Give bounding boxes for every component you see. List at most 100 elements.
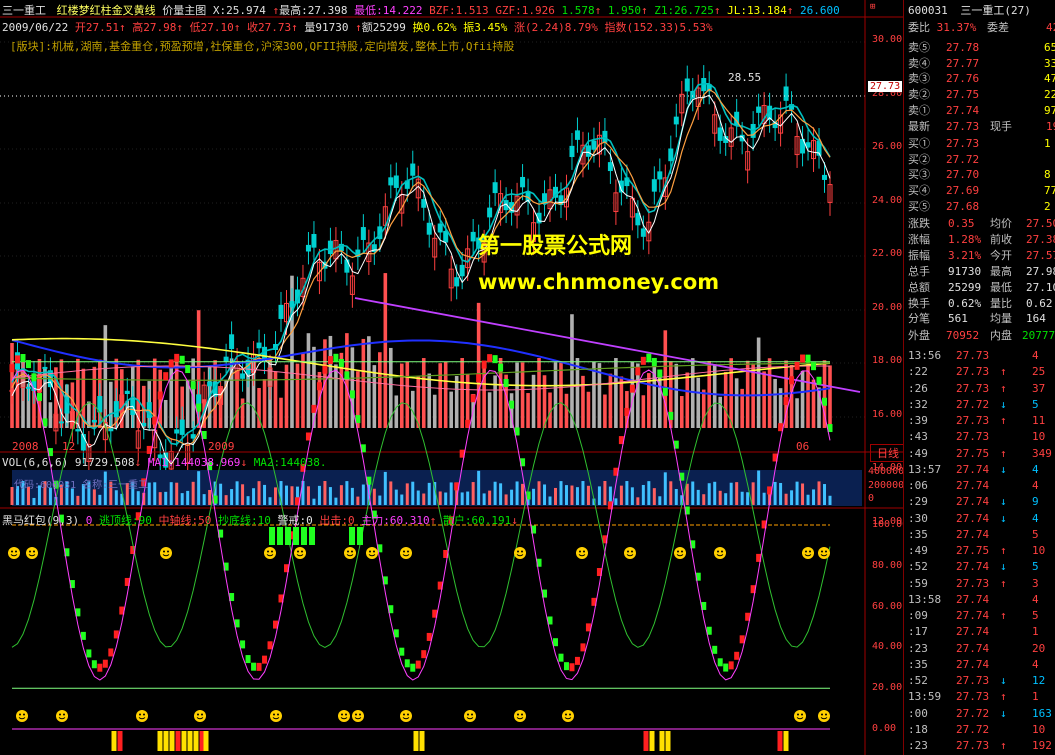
indicator-band xyxy=(811,362,817,371)
indicator-band xyxy=(9,364,15,373)
smiley-eye xyxy=(403,550,405,553)
stat-value: 91730 xyxy=(948,264,982,278)
sell-order-row: 卖② 27.75 222 xyxy=(908,87,1055,103)
vol-bar xyxy=(92,489,96,505)
stat-label: 量比 xyxy=(990,296,1012,310)
smiley-face xyxy=(514,710,526,722)
volume-bar xyxy=(679,396,684,428)
vol-bar xyxy=(334,497,338,505)
order-volume: 2 xyxy=(1044,199,1051,213)
smiley-eye xyxy=(373,550,375,553)
indicator-band xyxy=(509,400,515,409)
candle-body xyxy=(25,386,31,389)
chart-canvas[interactable] xyxy=(0,0,903,755)
vol-tick-label: 0 xyxy=(868,493,875,504)
smiley-face xyxy=(16,710,28,722)
smiley-icon xyxy=(8,547,20,559)
vol-bar xyxy=(356,496,360,505)
indicator-band xyxy=(487,354,493,363)
smiley-icon xyxy=(562,710,574,722)
tick-price: 27.73 xyxy=(956,381,990,395)
smiley-eye xyxy=(359,713,361,716)
outer-inner-row: 外盘 70952 内盘 20777 xyxy=(908,329,1055,342)
tick-price: 27.74 xyxy=(956,592,990,606)
vol-bar xyxy=(268,497,272,505)
tick-time: :49 xyxy=(908,446,928,460)
indicator-band xyxy=(805,354,811,363)
smiley-eye xyxy=(517,713,519,716)
smiley-eye xyxy=(163,550,165,553)
smiley-eye xyxy=(403,713,405,716)
smiley-face xyxy=(366,547,378,559)
weibi-row: 委比 31.37% 委差 42 xyxy=(908,21,1055,34)
tick-price: 27.72 xyxy=(956,397,990,411)
indicator-band xyxy=(311,404,317,413)
vol-tick-label: 200000 xyxy=(868,479,905,491)
sell-order-row: 卖⑤ 27.78 65 xyxy=(908,40,1055,56)
sell-order-row: 卖④ 27.77 33 xyxy=(908,56,1055,72)
header-bar: 三一重工 红楼梦红柱金叉黄线 价量主图 X:25.974 ↑最高:27.398 … xyxy=(2,4,840,17)
indicator-band xyxy=(174,353,180,362)
indicator-band xyxy=(558,653,564,662)
smiley-eye xyxy=(569,713,571,716)
tick-price: 27.74 xyxy=(956,625,990,639)
vol-bar xyxy=(175,482,179,505)
vol-bar xyxy=(735,482,739,505)
vol-bar xyxy=(674,488,678,505)
smiley-icon xyxy=(344,547,356,559)
low-value: 最低:14.222 xyxy=(354,4,423,17)
smiley-eye xyxy=(19,713,21,716)
stat-value: 0.62% xyxy=(948,296,982,310)
vol-bar xyxy=(762,492,766,505)
candle-body xyxy=(574,130,580,140)
smiley-icon xyxy=(136,710,148,722)
tick-row: :00 27.72 ↓ 163 xyxy=(908,706,1052,722)
sell-order-row: 卖③ 27.76 47 xyxy=(908,71,1055,87)
indicator-band xyxy=(569,663,575,672)
tick-price: 27.72 xyxy=(956,722,990,736)
volume-bar xyxy=(323,339,327,428)
smiley-icon xyxy=(674,547,686,559)
smiley-eye xyxy=(369,550,371,553)
smiley-icon xyxy=(194,710,206,722)
smiley-icon xyxy=(464,710,476,722)
tick-arrow: ↑ xyxy=(1000,414,1007,427)
vol-bar xyxy=(663,472,667,505)
candle-body xyxy=(223,356,229,362)
tick-arrow: ↑ xyxy=(1000,739,1007,752)
vol-bar xyxy=(312,498,316,505)
candle-body xyxy=(569,145,575,158)
vol-bar xyxy=(444,492,448,505)
tick-volume: 4 xyxy=(1032,657,1039,671)
vol-bar xyxy=(411,481,415,505)
tick-arrow: ↑ xyxy=(1000,690,1007,704)
vol-bar xyxy=(471,482,475,505)
maximize-icon[interactable]: ⊞ xyxy=(870,2,875,12)
vol-bar xyxy=(284,485,288,505)
ma-line-orange xyxy=(11,88,831,447)
buy-order-row: 买② 27.72 xyxy=(908,152,979,168)
smiley-face xyxy=(562,710,574,722)
tick-price: 27.75 xyxy=(956,446,990,460)
period-tab[interactable]: 日线 xyxy=(870,444,906,462)
stat-row: 总手 91730 最高 27.98 xyxy=(908,264,1055,280)
smiley-face xyxy=(514,547,526,559)
alert-block xyxy=(301,527,307,545)
indicator-band xyxy=(734,651,740,660)
smiley-icon xyxy=(514,547,526,559)
volume-bar xyxy=(531,374,536,428)
vol-bar xyxy=(180,493,184,505)
candle-body xyxy=(311,234,317,248)
candle-body xyxy=(360,227,366,240)
sell-order-row: 卖① 27.74 97 xyxy=(908,103,1055,119)
smiley-eye xyxy=(407,713,409,716)
vol-bar xyxy=(219,483,223,505)
vol-bar xyxy=(361,484,365,505)
candle-body xyxy=(805,142,811,148)
chart-area[interactable]: 三一重工 红楼梦红柱金叉黄线 价量主图 X:25.974 ↑最高:27.398 … xyxy=(0,0,908,755)
vol-bar xyxy=(169,482,173,505)
tick-time: :52 xyxy=(908,674,928,687)
smiley-eye xyxy=(471,713,473,716)
vol-title-line: VOL(6,6,6) 91729.508↓ MA1:144038.969↓ MA… xyxy=(2,456,327,469)
candle-body xyxy=(305,244,311,252)
